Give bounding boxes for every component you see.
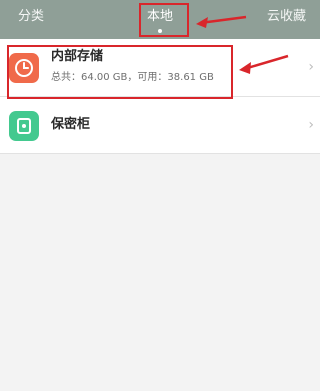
tab-cloud-favorites[interactable]: 云收藏 (267, 9, 306, 25)
internal-storage-capacity: 总共：64.00 GB，可用：38.61 GB (51, 72, 214, 83)
top-tab-bar: 分类 本地 云收藏 (0, 0, 320, 39)
tab-classify[interactable]: 分类 (18, 9, 44, 25)
storage-list: 内部存储 总共：64.00 GB，可用：38.61 GB › 保密柜 › (0, 39, 320, 154)
storage-clock-icon (9, 53, 39, 83)
tab-local[interactable]: 本地 (147, 9, 173, 25)
safe-box-icon (9, 111, 39, 141)
chevron-right-icon: › (308, 59, 314, 75)
safe-box-row[interactable]: 保密柜 › (0, 97, 320, 154)
chevron-right-icon: › (308, 117, 314, 133)
internal-storage-title: 内部存储 (51, 49, 104, 64)
active-tab-indicator (158, 29, 162, 33)
internal-storage-row[interactable]: 内部存储 总共：64.00 GB，可用：38.61 GB › (0, 39, 320, 97)
safe-box-title: 保密柜 (51, 117, 91, 132)
